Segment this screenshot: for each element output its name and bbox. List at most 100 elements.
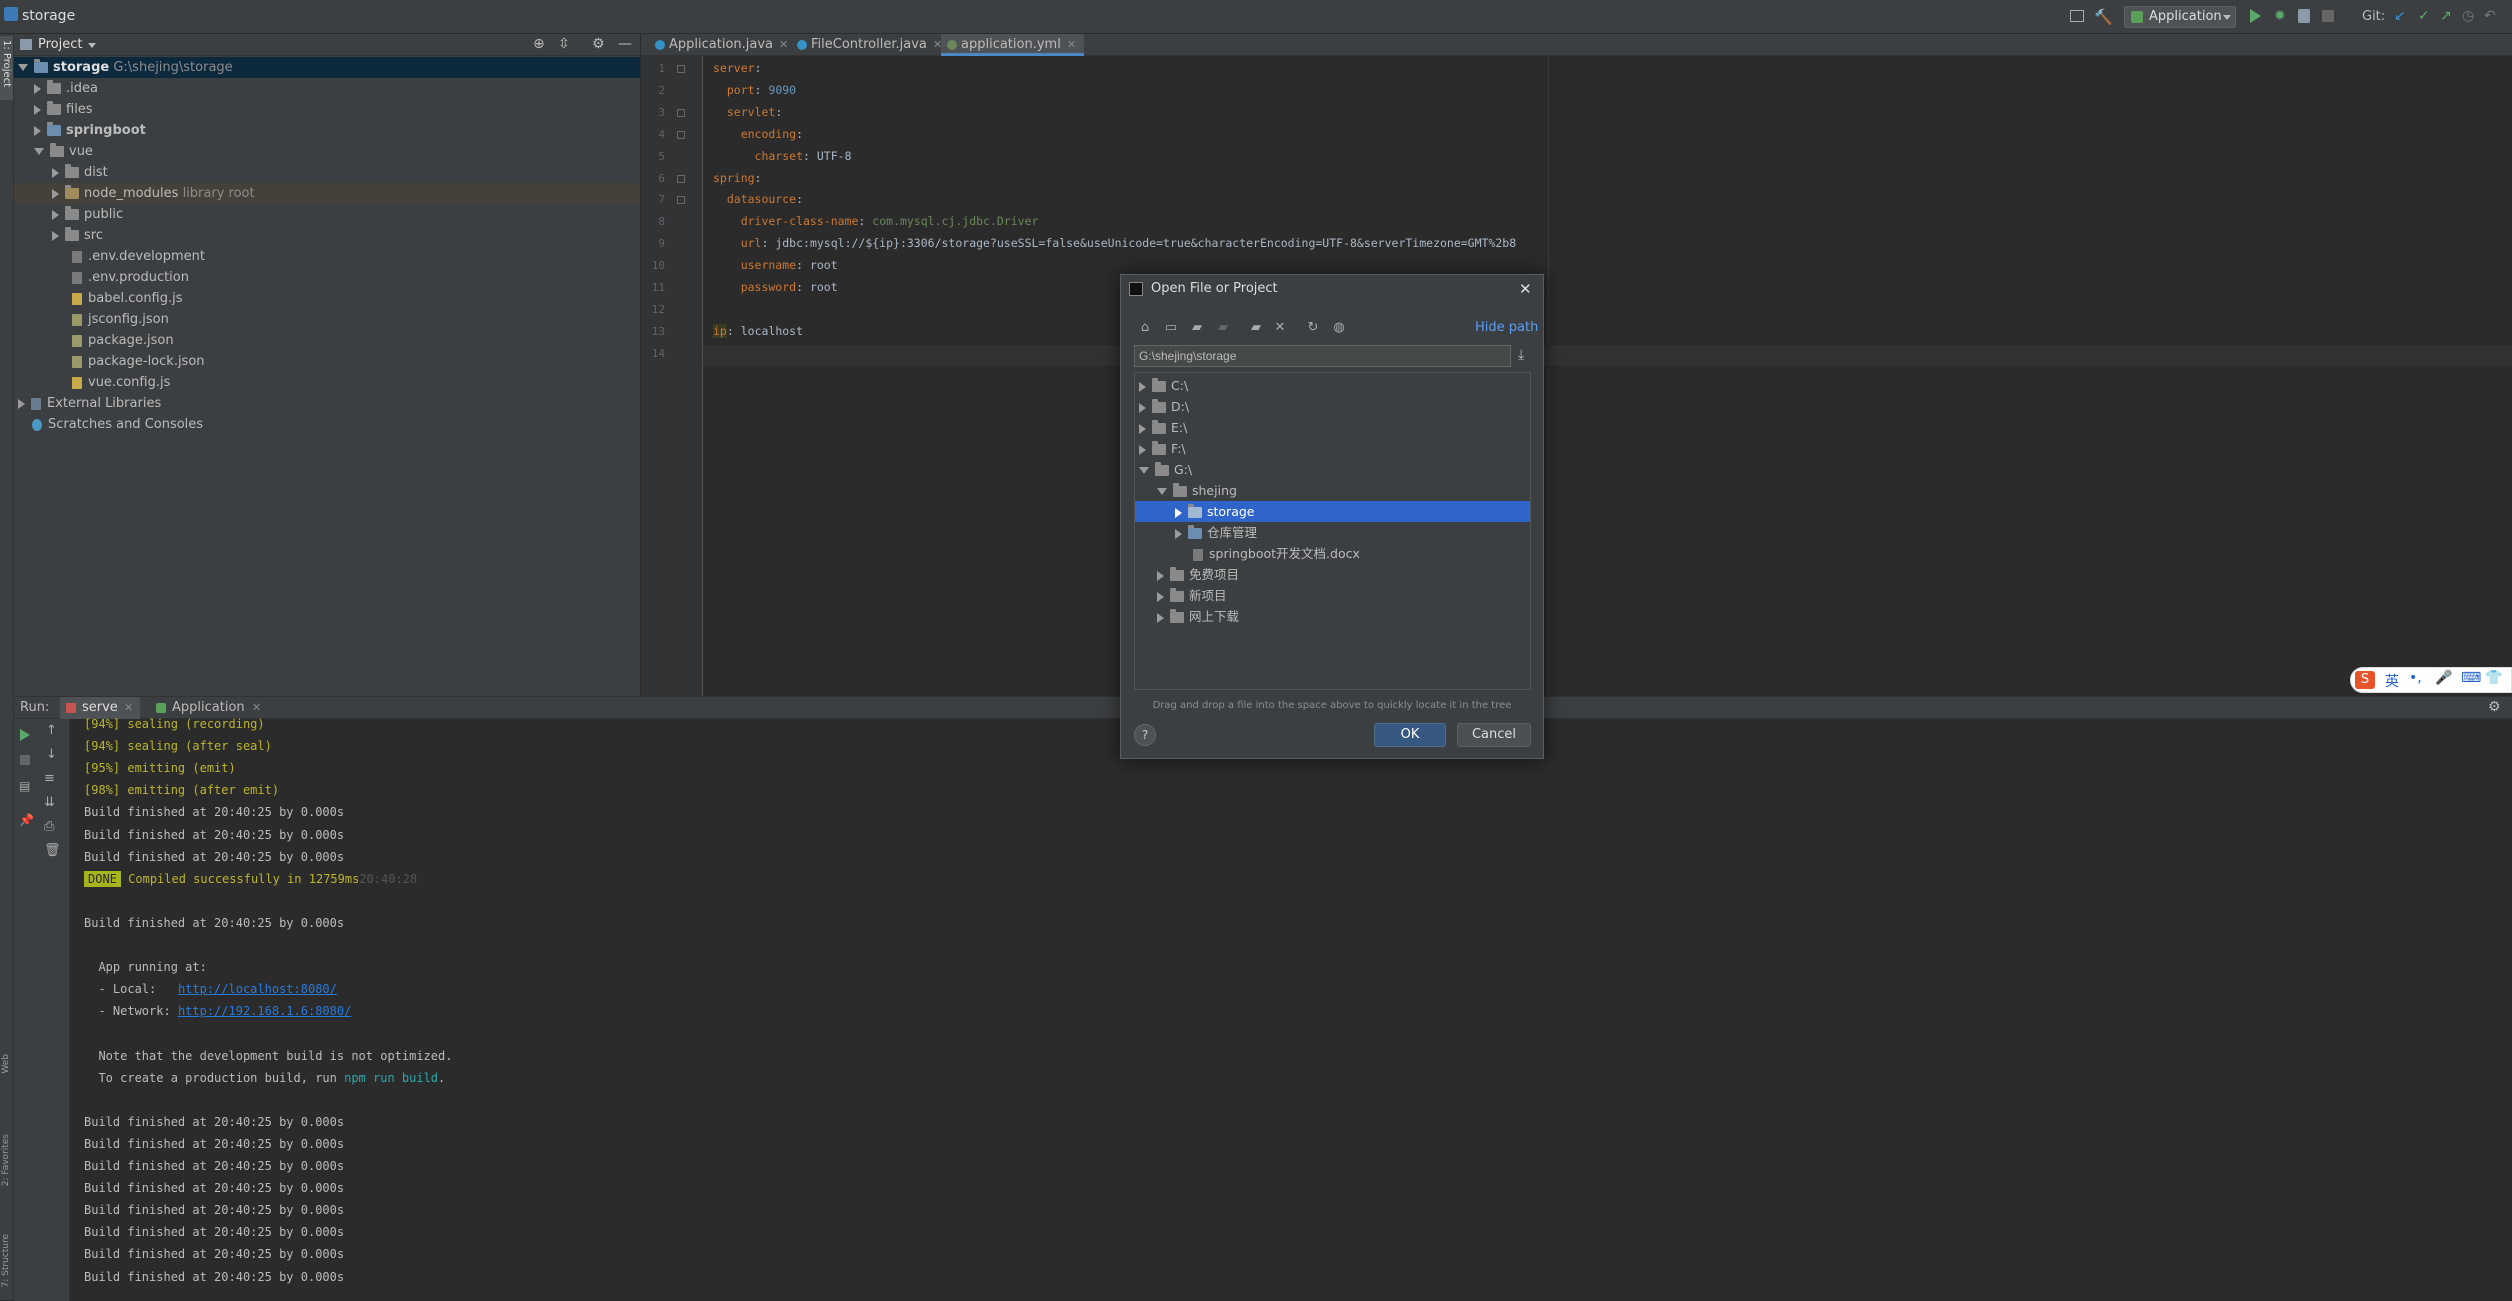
hide-icon[interactable]: —	[618, 36, 632, 52]
debug-icon[interactable]: ✹	[2274, 8, 2286, 24]
network-url-link[interactable]: http://192.168.1.6:8080/	[178, 1004, 351, 1018]
expand-icon[interactable]	[34, 125, 41, 136]
tree-item-new-projects[interactable]: 新项目	[1135, 585, 1530, 606]
project-folder-icon[interactable]: ▰	[1190, 321, 1204, 335]
local-url-link[interactable]: http://localhost:8080/	[178, 982, 337, 996]
tree-item-docx[interactable]: springboot开发文档.docx	[1135, 543, 1530, 564]
expand-icon[interactable]	[1175, 507, 1182, 518]
tree-item-files[interactable]: files	[14, 99, 640, 120]
web-tool-label[interactable]: Web	[1, 1054, 11, 1074]
expand-icon[interactable]	[34, 83, 41, 94]
expand-icon[interactable]	[18, 64, 28, 71]
code-area[interactable]: server: port: 9090 servlet: encoding: ch…	[641, 56, 2512, 696]
build-icon[interactable]: 🔨	[2094, 8, 2113, 26]
tab-application-yml[interactable]: application.yml ✕	[941, 34, 1085, 56]
tree-item-f[interactable]: F:\	[1135, 438, 1530, 459]
expand-icon[interactable]	[52, 230, 59, 241]
close-icon[interactable]: ✕	[779, 38, 788, 51]
ime-toolbar[interactable]: S 英 •, 🎤 ⌨ 👕	[2350, 667, 2512, 693]
tree-item-package-lock[interactable]: package-lock.json	[14, 351, 640, 372]
tree-item-src[interactable]: src	[14, 225, 640, 246]
download-icon[interactable]: ⤓	[1518, 347, 1524, 363]
close-icon[interactable]: ✕	[1067, 38, 1076, 51]
expand-icon[interactable]	[1139, 402, 1146, 413]
tree-item-scratches[interactable]: Scratches and Consoles	[14, 414, 640, 435]
collapse-icon[interactable]: ⇳	[558, 36, 570, 52]
project-tool-tab[interactable]: 1: Project	[0, 36, 13, 100]
module-icon[interactable]: ▰	[1216, 321, 1230, 335]
tree-item-springboot[interactable]: springboot	[14, 120, 640, 141]
expand-icon[interactable]	[1139, 381, 1146, 392]
punct-icon[interactable]: •,	[2409, 670, 2422, 686]
tab-application-java[interactable]: Application.java ✕	[649, 34, 796, 56]
expand-icon[interactable]	[1157, 591, 1164, 602]
tree-item-shejing[interactable]: shejing	[1135, 480, 1530, 501]
layout-icon[interactable]	[2070, 10, 2084, 22]
chevron-down-icon[interactable]	[88, 43, 96, 48]
mic-icon[interactable]: 🎤	[2435, 670, 2452, 686]
tree-item-d[interactable]: D:\	[1135, 396, 1530, 417]
structure-tool-label[interactable]: 7: Structure	[1, 1234, 11, 1288]
git-update-icon[interactable]: ↙	[2394, 8, 2406, 24]
expand-icon[interactable]	[1139, 423, 1146, 434]
tree-item-g[interactable]: G:\	[1135, 459, 1530, 480]
tree-item-idea[interactable]: .idea	[14, 78, 640, 99]
expand-icon[interactable]	[1157, 570, 1164, 581]
skin-icon[interactable]: 👕	[2485, 670, 2502, 686]
expand-icon[interactable]	[1175, 528, 1182, 539]
ok-button[interactable]: OK	[1374, 723, 1446, 747]
new-folder-icon[interactable]: ▰	[1249, 321, 1263, 335]
expand-icon[interactable]	[52, 209, 59, 220]
expand-icon[interactable]	[34, 104, 41, 115]
tree-item-vue[interactable]: vue	[14, 141, 640, 162]
tree-item-external-libraries[interactable]: External Libraries	[14, 393, 640, 414]
tree-item-env-development[interactable]: .env.development	[14, 246, 640, 267]
tree-item-storage-selected[interactable]: storage	[1135, 501, 1530, 522]
expand-icon[interactable]	[1157, 488, 1167, 495]
hide-path-link[interactable]: Hide path	[1475, 320, 1538, 335]
tree-item-public[interactable]: public	[14, 204, 640, 225]
tree-item-dist[interactable]: dist	[14, 162, 640, 183]
coverage-icon[interactable]	[2298, 9, 2310, 23]
expand-icon[interactable]	[1139, 444, 1146, 455]
refresh-icon[interactable]: ↻	[1306, 321, 1320, 335]
project-view-select[interactable]: Project	[38, 37, 82, 52]
expand-icon[interactable]	[1157, 612, 1164, 623]
tree-item-vue-config[interactable]: vue.config.js	[14, 372, 640, 393]
expand-icon[interactable]	[34, 148, 44, 155]
git-commit-icon[interactable]: ✓	[2418, 8, 2430, 24]
locate-icon[interactable]: ⊕	[533, 36, 545, 52]
tree-item-babel-config[interactable]: babel.config.js	[14, 288, 640, 309]
tree-item-downloads[interactable]: 网上下载	[1135, 606, 1530, 627]
ime-language[interactable]: 英	[2385, 671, 2399, 691]
tree-item-free-projects[interactable]: 免费项目	[1135, 564, 1530, 585]
gear-icon[interactable]: ⚙	[2488, 699, 2501, 715]
tab-filecontroller-java[interactable]: FileController.java ✕	[791, 34, 950, 56]
path-input[interactable]	[1134, 345, 1511, 367]
console-output[interactable]: [94%] sealing (recording) [94%] sealing (…	[14, 717, 2512, 1301]
history-icon[interactable]: ◷	[2462, 8, 2474, 24]
tree-item-e[interactable]: E:\	[1135, 417, 1530, 438]
dialog-file-tree[interactable]: C:\ D:\ E:\ F:\ G:\ shejing storage 仓库管理…	[1134, 372, 1531, 690]
close-icon[interactable]: ✕	[1519, 275, 1532, 303]
run-config-select[interactable]: Application	[2124, 6, 2236, 28]
favorites-tool-label[interactable]: 2: Favorites	[1, 1134, 11, 1186]
stop-icon[interactable]	[2322, 10, 2334, 22]
help-button[interactable]: ?	[1134, 724, 1156, 746]
home-icon[interactable]: ⌂	[1138, 321, 1152, 335]
show-hidden-icon[interactable]: ◍	[1332, 321, 1346, 335]
tree-item-env-production[interactable]: .env.production	[14, 267, 640, 288]
delete-icon[interactable]: ✕	[1273, 321, 1287, 335]
tree-item-storage[interactable]: storage G:\shejing\storage	[14, 57, 640, 78]
gear-icon[interactable]: ⚙	[592, 36, 605, 52]
tree-item-node-modules[interactable]: node_modules library root	[14, 183, 640, 204]
run-icon[interactable]	[2250, 9, 2261, 23]
expand-icon[interactable]	[18, 398, 25, 409]
cancel-button[interactable]: Cancel	[1457, 723, 1531, 747]
tree-item-package-json[interactable]: package.json	[14, 330, 640, 351]
tree-item-jsconfig[interactable]: jsconfig.json	[14, 309, 640, 330]
git-push-icon[interactable]: ↗	[2440, 8, 2452, 24]
expand-icon[interactable]	[1139, 467, 1149, 474]
expand-icon[interactable]	[52, 188, 59, 199]
keyboard-icon[interactable]: ⌨	[2461, 670, 2481, 686]
